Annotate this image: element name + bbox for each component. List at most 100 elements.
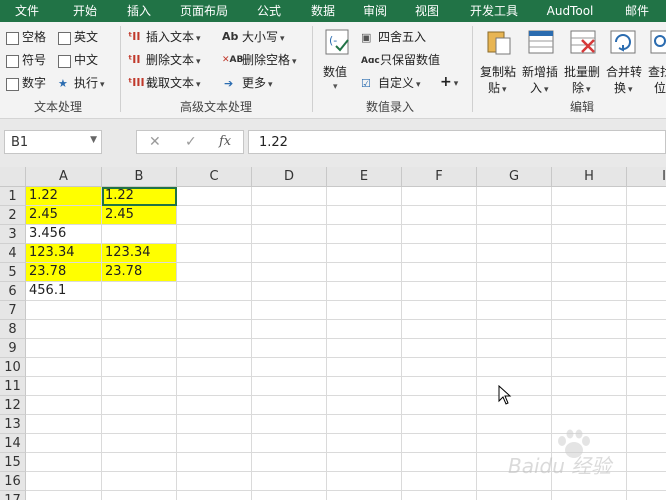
- tab-review[interactable]: 审阅: [354, 0, 396, 22]
- cell-e11[interactable]: [327, 377, 402, 396]
- cell-e17[interactable]: [327, 491, 402, 500]
- row-header-16[interactable]: 16: [0, 472, 26, 491]
- confirm-icon[interactable]: ✓: [185, 134, 197, 150]
- cell-f5[interactable]: [402, 263, 477, 282]
- cell-i12[interactable]: [627, 396, 666, 415]
- cell-h17[interactable]: [552, 491, 627, 500]
- cell-a3[interactable]: 3.456: [26, 225, 102, 244]
- cell-b12[interactable]: [102, 396, 177, 415]
- cell-a10[interactable]: [26, 358, 102, 377]
- cell-d7[interactable]: [252, 301, 327, 320]
- cell-f7[interactable]: [402, 301, 477, 320]
- cell-b6[interactable]: [102, 282, 177, 301]
- cell-c9[interactable]: [177, 339, 252, 358]
- cell-c13[interactable]: [177, 415, 252, 434]
- row-header-14[interactable]: 14: [0, 434, 26, 453]
- cell-d3[interactable]: [252, 225, 327, 244]
- column-header-e[interactable]: E: [327, 167, 402, 187]
- cell-g11[interactable]: [477, 377, 552, 396]
- cell-i1[interactable]: [627, 187, 666, 206]
- cell-g9[interactable]: [477, 339, 552, 358]
- column-header-g[interactable]: G: [477, 167, 552, 187]
- cell-g5[interactable]: [477, 263, 552, 282]
- cell-c2[interactable]: [177, 206, 252, 225]
- row-header-1[interactable]: 1: [0, 187, 26, 206]
- row-header-9[interactable]: 9: [0, 339, 26, 358]
- insert-button[interactable]: 新增插: [522, 64, 558, 80]
- cell-f15[interactable]: [402, 453, 477, 472]
- tab-home[interactable]: 开始: [64, 0, 106, 22]
- column-header-f[interactable]: F: [402, 167, 477, 187]
- cell-b16[interactable]: [102, 472, 177, 491]
- cell-d17[interactable]: [252, 491, 327, 500]
- cell-e10[interactable]: [327, 358, 402, 377]
- cell-f13[interactable]: [402, 415, 477, 434]
- cell-d6[interactable]: [252, 282, 327, 301]
- cell-c7[interactable]: [177, 301, 252, 320]
- cell-c12[interactable]: [177, 396, 252, 415]
- cell-i17[interactable]: [627, 491, 666, 500]
- row-header-10[interactable]: 10: [0, 358, 26, 377]
- cell-b10[interactable]: [102, 358, 177, 377]
- cell-d12[interactable]: [252, 396, 327, 415]
- cell-e3[interactable]: [327, 225, 402, 244]
- cell-i8[interactable]: [627, 320, 666, 339]
- cancel-icon[interactable]: ✕: [149, 134, 161, 150]
- cell-a2[interactable]: 2.45: [26, 206, 102, 225]
- cell-a4[interactable]: 123.34: [26, 244, 102, 263]
- cell-h12[interactable]: [552, 396, 627, 415]
- cell-e15[interactable]: [327, 453, 402, 472]
- cell-a9[interactable]: [26, 339, 102, 358]
- cell-b3[interactable]: [102, 225, 177, 244]
- cell-c10[interactable]: [177, 358, 252, 377]
- cell-d14[interactable]: [252, 434, 327, 453]
- cell-f4[interactable]: [402, 244, 477, 263]
- chevron-down-icon[interactable]: ▼: [90, 135, 97, 145]
- cell-e6[interactable]: [327, 282, 402, 301]
- row-header-7[interactable]: 7: [0, 301, 26, 320]
- column-header-i[interactable]: I: [627, 167, 666, 187]
- cell-i7[interactable]: [627, 301, 666, 320]
- cell-b8[interactable]: [102, 320, 177, 339]
- cell-c15[interactable]: [177, 453, 252, 472]
- checkbox-number[interactable]: [6, 78, 19, 91]
- row-header-12[interactable]: 12: [0, 396, 26, 415]
- cell-h4[interactable]: [552, 244, 627, 263]
- cell-h11[interactable]: [552, 377, 627, 396]
- cell-i11[interactable]: [627, 377, 666, 396]
- cell-e9[interactable]: [327, 339, 402, 358]
- cell-h6[interactable]: [552, 282, 627, 301]
- cell-h9[interactable]: [552, 339, 627, 358]
- cell-f2[interactable]: [402, 206, 477, 225]
- checkbox-english[interactable]: [58, 32, 71, 45]
- cell-c16[interactable]: [177, 472, 252, 491]
- cell-a17[interactable]: [26, 491, 102, 500]
- cell-f11[interactable]: [402, 377, 477, 396]
- cell-f14[interactable]: [402, 434, 477, 453]
- cell-b17[interactable]: [102, 491, 177, 500]
- select-all-corner[interactable]: [0, 167, 26, 187]
- delete-text-button[interactable]: 删除文本 ▾: [146, 52, 201, 70]
- cell-e2[interactable]: [327, 206, 402, 225]
- cell-b14[interactable]: [102, 434, 177, 453]
- cell-g1[interactable]: [477, 187, 552, 206]
- cell-h1[interactable]: [552, 187, 627, 206]
- cell-i9[interactable]: [627, 339, 666, 358]
- cell-f10[interactable]: [402, 358, 477, 377]
- cell-a8[interactable]: [26, 320, 102, 339]
- keep-value-button[interactable]: 只保留数值: [380, 52, 440, 68]
- cell-f17[interactable]: [402, 491, 477, 500]
- cell-g8[interactable]: [477, 320, 552, 339]
- name-box[interactable]: B1 ▼: [4, 130, 102, 154]
- tab-page-layout[interactable]: 页面布局: [172, 0, 236, 22]
- cell-d13[interactable]: [252, 415, 327, 434]
- cell-b1[interactable]: 1.22: [102, 187, 177, 206]
- cell-b2[interactable]: 2.45: [102, 206, 177, 225]
- cell-d16[interactable]: [252, 472, 327, 491]
- row-header-5[interactable]: 5: [0, 263, 26, 282]
- plus-button[interactable]: + ▾: [440, 74, 458, 92]
- cell-h2[interactable]: [552, 206, 627, 225]
- cell-c8[interactable]: [177, 320, 252, 339]
- execute-button[interactable]: 执行 ▾: [74, 75, 105, 93]
- cell-d11[interactable]: [252, 377, 327, 396]
